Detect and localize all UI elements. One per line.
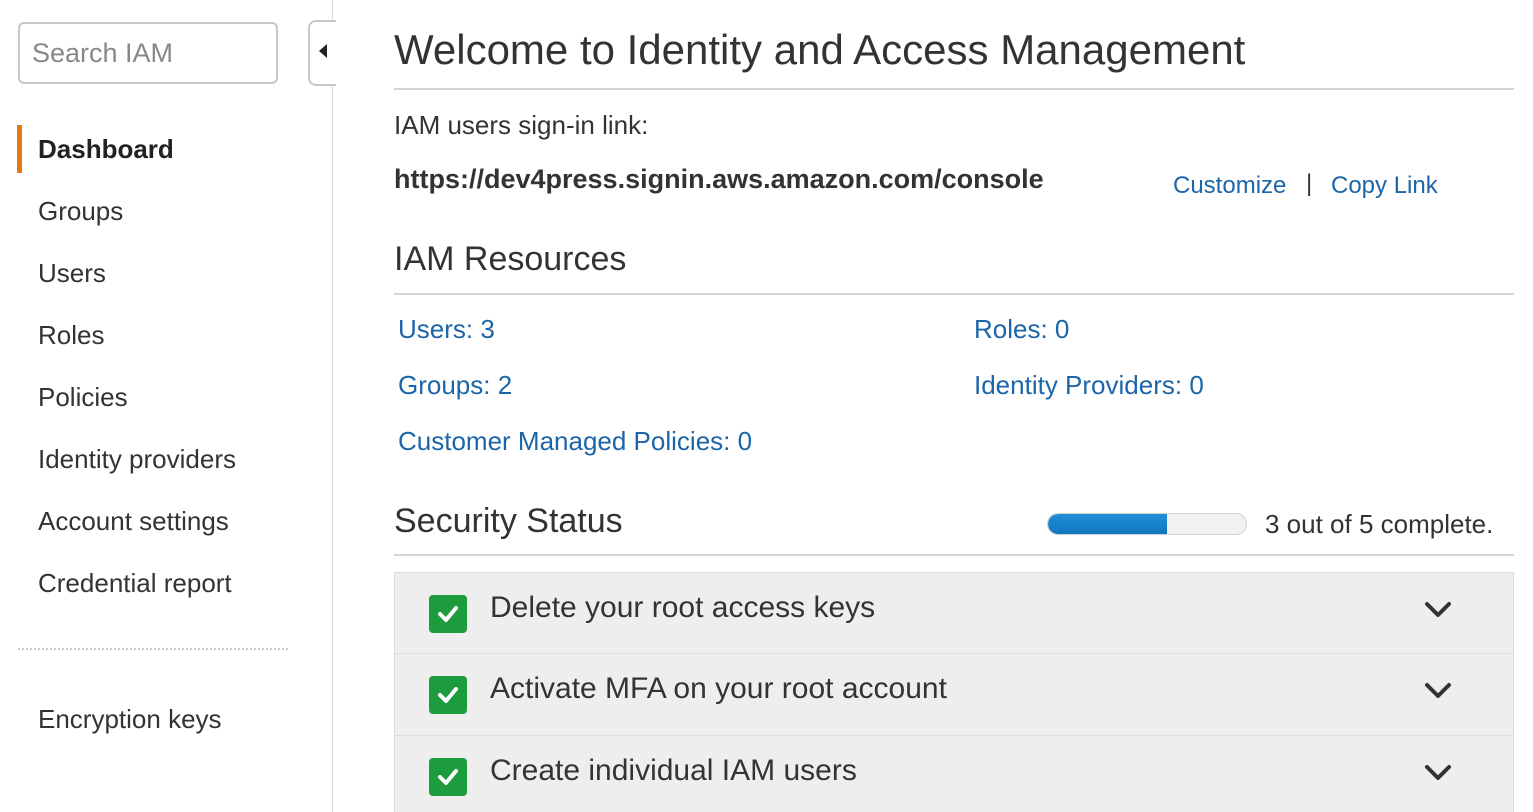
- page-title: Welcome to Identity and Access Managemen…: [394, 26, 1246, 73]
- collapse-sidebar-button[interactable]: [308, 20, 336, 86]
- caret-left-icon: [317, 42, 329, 65]
- chevron-down-icon[interactable]: [1423, 676, 1453, 706]
- check-icon: [429, 595, 467, 633]
- sidebar-item-account-settings[interactable]: Account settings: [0, 490, 300, 552]
- resources-title: IAM Resources: [394, 240, 627, 278]
- check-icon: [429, 676, 467, 714]
- resource-groups-link[interactable]: Groups: 2: [398, 370, 512, 401]
- security-divider: [394, 554, 1514, 556]
- sidebar-divider: [18, 648, 288, 650]
- security-progress-fill: [1048, 514, 1167, 534]
- customize-link[interactable]: Customize: [1173, 172, 1286, 200]
- sidebar-item-policies[interactable]: Policies: [0, 366, 300, 428]
- security-item-label: Delete your root access keys: [490, 591, 876, 624]
- sidebar-item-dashboard[interactable]: Dashboard: [0, 118, 300, 180]
- sidebar-item-encryption-keys[interactable]: Encryption keys: [0, 688, 300, 750]
- sidebar-item-identity-providers[interactable]: Identity providers: [0, 428, 300, 490]
- security-item-label: Create individual IAM users: [490, 754, 857, 787]
- sidebar: Dashboard Groups Users Roles Policies Id…: [0, 0, 336, 812]
- sidebar-item-roles[interactable]: Roles: [0, 304, 300, 366]
- resources-divider: [394, 293, 1514, 295]
- sidebar-nav: Dashboard Groups Users Roles Policies Id…: [0, 118, 300, 614]
- copy-link[interactable]: Copy Link: [1331, 172, 1438, 200]
- resource-customer-managed-policies-link[interactable]: Customer Managed Policies: 0: [398, 426, 752, 457]
- search-input[interactable]: [18, 22, 278, 84]
- sidebar-item-users[interactable]: Users: [0, 242, 300, 304]
- sidebar-secondary-nav: Encryption keys: [0, 688, 300, 750]
- resource-users-link[interactable]: Users: 3: [398, 314, 495, 345]
- sidebar-item-credential-report[interactable]: Credential report: [0, 552, 300, 614]
- security-progress-text: 3 out of 5 complete.: [1265, 509, 1494, 539]
- check-icon: [429, 758, 467, 796]
- security-item-create-iam-users[interactable]: Create individual IAM users: [394, 736, 1514, 812]
- signin-link-label: IAM users sign-in link:: [394, 110, 649, 140]
- resource-roles-link[interactable]: Roles: 0: [974, 314, 1069, 345]
- security-item-delete-root-keys[interactable]: Delete your root access keys: [394, 572, 1514, 654]
- resource-identity-providers-link[interactable]: Identity Providers: 0: [974, 370, 1204, 401]
- chevron-down-icon[interactable]: [1423, 758, 1453, 788]
- security-status-list: Delete your root access keys Activate MF…: [394, 572, 1514, 812]
- security-item-label: Activate MFA on your root account: [490, 672, 947, 705]
- security-status-title: Security Status: [394, 502, 623, 540]
- title-divider: [394, 88, 1514, 90]
- sidebar-item-groups[interactable]: Groups: [0, 180, 300, 242]
- chevron-down-icon[interactable]: [1423, 595, 1453, 625]
- signin-url: https://dev4press.signin.aws.amazon.com/…: [394, 164, 1044, 194]
- link-separator: |: [1306, 170, 1313, 197]
- security-progress-bar: [1047, 513, 1247, 535]
- security-item-activate-mfa[interactable]: Activate MFA on your root account: [394, 654, 1514, 736]
